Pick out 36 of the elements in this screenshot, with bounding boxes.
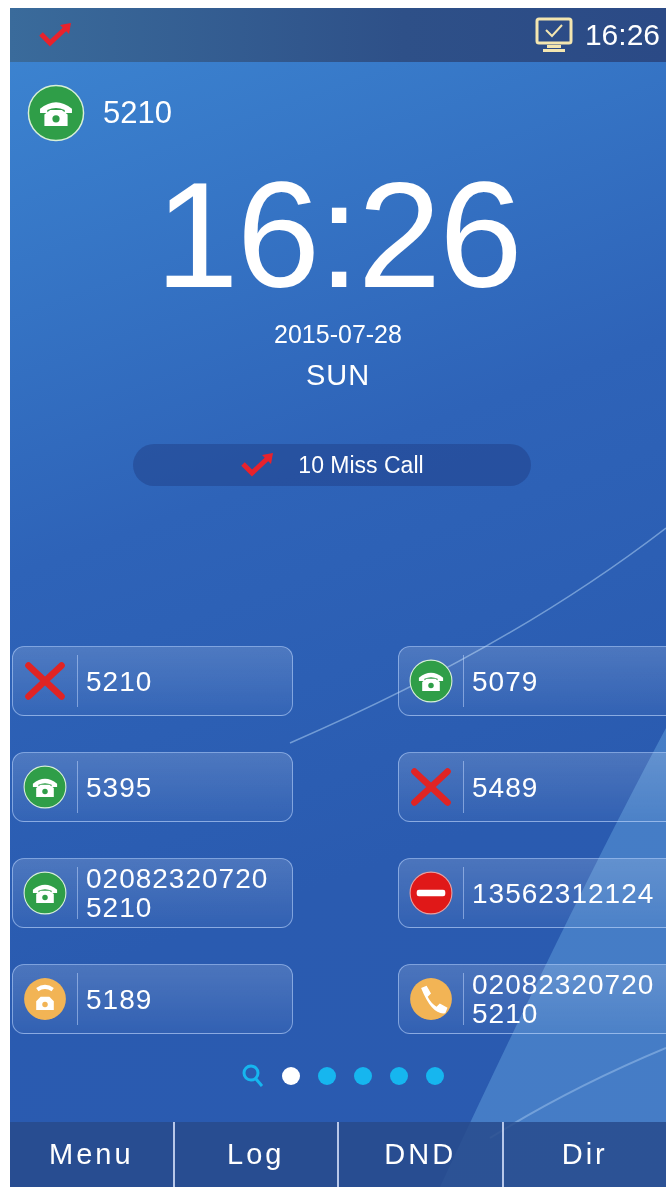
account-number: 5210 xyxy=(103,95,172,131)
softkey-button[interactable]: Menu xyxy=(10,1122,173,1187)
speed-dial-button[interactable]: 5489 xyxy=(398,752,666,822)
notice-text: 10 Miss Call xyxy=(298,451,424,479)
cross-icon xyxy=(409,765,453,809)
softkey-button[interactable]: Dir xyxy=(501,1122,666,1187)
phone-icon xyxy=(409,659,453,703)
missed-call-icon xyxy=(38,22,74,48)
speed-dial-button[interactable]: 5189 xyxy=(12,964,293,1034)
softkey-button[interactable]: Log xyxy=(172,1122,337,1187)
softkey-button[interactable]: DND xyxy=(337,1122,502,1187)
phone-icon xyxy=(23,871,67,915)
missed-call-notice[interactable]: 10 Miss Call xyxy=(133,444,531,486)
search-icon[interactable] xyxy=(242,1064,264,1088)
page-dot[interactable] xyxy=(390,1067,408,1085)
handset-icon xyxy=(409,977,453,1021)
phone-icon xyxy=(23,765,67,809)
clock-date: 2015-07-28 xyxy=(273,320,403,349)
page-dot[interactable] xyxy=(282,1067,300,1085)
speed-dial-button[interactable]: 5395 xyxy=(12,752,293,822)
phone-icon xyxy=(27,84,85,142)
cross-icon xyxy=(23,659,67,703)
clock-time: 16:26 xyxy=(154,160,522,310)
page-dot[interactable] xyxy=(426,1067,444,1085)
page-dot[interactable] xyxy=(354,1067,372,1085)
page-dot[interactable] xyxy=(318,1067,336,1085)
speed-dial-button[interactable]: 13562312124 xyxy=(398,858,666,928)
speed-dial-button[interactable]: 02082320720 5210 xyxy=(12,858,293,928)
speed-dial-button[interactable]: 02082320720 5210 xyxy=(398,964,666,1034)
status-time: 16:26 xyxy=(584,18,660,52)
speed-dial-button[interactable]: 5210 xyxy=(12,646,293,716)
speed-dial-button[interactable]: 5079 xyxy=(398,646,666,716)
no-entry-icon xyxy=(409,871,453,915)
clock-weekday: SUN xyxy=(304,359,372,392)
ringing-phone-icon xyxy=(23,977,67,1021)
monitor-icon xyxy=(534,17,573,53)
